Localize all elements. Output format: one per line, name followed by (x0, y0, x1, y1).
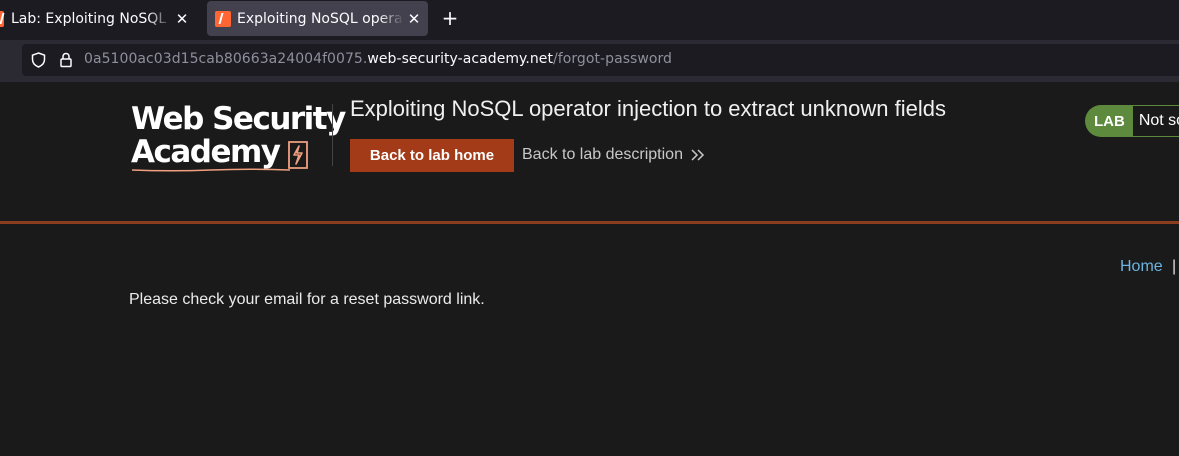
tab-title: Exploiting NoSQL operato (237, 10, 404, 27)
new-tab-button[interactable]: + (438, 7, 462, 31)
logo-line1: Web Security (131, 101, 346, 137)
browser-tab[interactable]: Lab: Exploiting NoSQL op ✕ (0, 1, 196, 36)
status-badge: LAB (1085, 105, 1133, 137)
browser-tab-bar: Lab: Exploiting NoSQL op ✕ Exploiting No… (0, 0, 1179, 40)
lab-status-widget: LAB Not solved (1085, 105, 1179, 137)
double-chevron-right-icon[interactable] (690, 148, 706, 162)
header-divider (332, 104, 333, 166)
shield-icon[interactable] (31, 52, 46, 68)
lightning-bolt-icon (288, 141, 308, 169)
nav-separator: | (1172, 258, 1177, 275)
logo-underline (131, 168, 291, 172)
portswigger-favicon-icon (0, 10, 4, 27)
web-security-academy-logo[interactable]: Web Security Academy (131, 102, 346, 174)
url-domain: web-security-academy.net (367, 51, 554, 67)
browser-tab-active[interactable]: Exploiting NoSQL operato ✕ (207, 1, 428, 36)
close-icon[interactable]: ✕ (174, 11, 190, 27)
url-prefix: 0a5100ac03d15cab80663a24004f0075. (84, 51, 368, 67)
page-content: Web Security Academy Exploiting NoSQL op… (0, 82, 1179, 456)
back-to-lab-description-link[interactable]: Back to lab description (522, 146, 683, 164)
lab-header: Web Security Academy Exploiting NoSQL op… (0, 82, 1179, 224)
url-path: /forgot-password (553, 51, 672, 67)
home-link[interactable]: Home (1120, 258, 1163, 276)
tab-title: Lab: Exploiting NoSQL op (11, 10, 172, 27)
browser-nav-bar: 0a5100ac03d15cab80663a24004f0075.web-sec… (0, 40, 1179, 82)
reset-confirmation-message: Please check your email for a reset pass… (129, 291, 485, 308)
lock-icon[interactable] (59, 52, 73, 68)
url-text[interactable]: 0a5100ac03d15cab80663a24004f0075.web-sec… (84, 51, 672, 67)
portswigger-favicon-icon (215, 10, 231, 27)
lab-title: Exploiting NoSQL operator injection to e… (350, 96, 946, 121)
close-icon[interactable]: ✕ (406, 11, 422, 27)
back-to-lab-home-button[interactable]: Back to lab home (350, 139, 514, 172)
status-text: Not solved (1132, 105, 1179, 137)
address-bar[interactable]: 0a5100ac03d15cab80663a24004f0075.web-sec… (22, 44, 1179, 76)
logo-line2: Academy (131, 134, 281, 170)
